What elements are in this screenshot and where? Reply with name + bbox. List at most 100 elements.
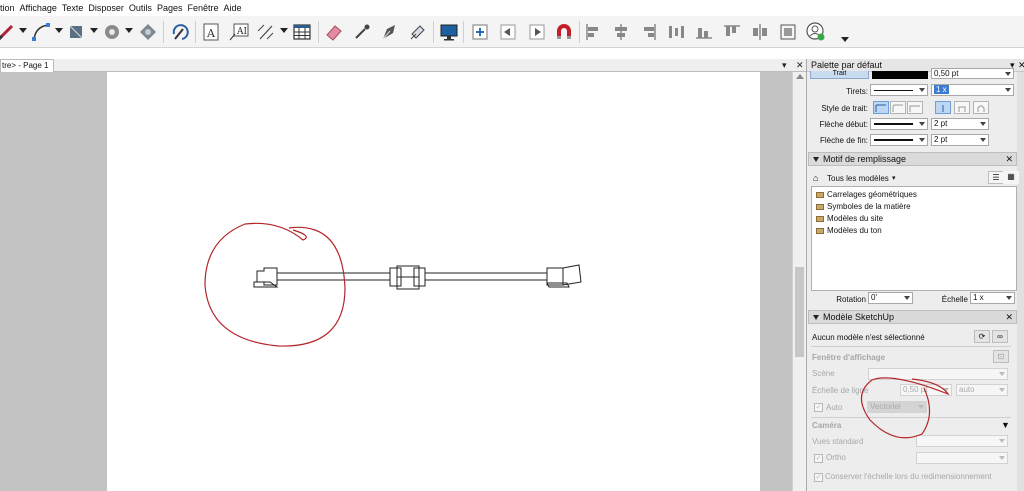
standard-views-select[interactable] [916, 435, 1008, 447]
pencil-icon[interactable] [0, 19, 18, 45]
scale-select[interactable]: 1 x [970, 292, 1015, 304]
label-icon[interactable]: AI [227, 19, 251, 45]
eraser-icon[interactable] [322, 19, 346, 45]
menu-pages[interactable]: Pages [157, 0, 187, 16]
menu-disposer[interactable]: Disposer [88, 0, 128, 16]
align-left-icon[interactable] [581, 19, 605, 45]
next-page-icon[interactable] [525, 19, 549, 45]
menu-edition[interactable]: tion [0, 0, 19, 16]
split-icon[interactable] [406, 19, 430, 45]
shape-icon[interactable] [64, 19, 88, 45]
dash-scale-value: 1 x [934, 85, 949, 94]
list-item[interactable]: Modèles du site [812, 213, 1016, 225]
eyedropper-icon[interactable] [350, 19, 374, 45]
line-scale-mode-select[interactable]: auto [956, 384, 1008, 396]
pencil-dropdown-icon[interactable] [19, 28, 27, 33]
toolbar-overflow-icon[interactable] [841, 37, 849, 42]
auto-checkbox[interactable]: ✓ [814, 403, 823, 412]
distribute-h-icon[interactable] [664, 19, 688, 45]
list-item[interactable]: Symboles de la matière [812, 201, 1016, 213]
line-scale-select[interactable]: 0,50 pt [900, 384, 952, 396]
align-right-icon[interactable] [637, 19, 661, 45]
drawing[interactable] [107, 72, 760, 491]
presentation-icon[interactable] [437, 19, 461, 45]
home-icon[interactable]: ⌂ [813, 173, 818, 183]
stroke-color-swatch[interactable] [872, 71, 928, 79]
align-top-icon[interactable] [692, 19, 716, 45]
menu-affichage[interactable]: Affichage [20, 0, 61, 16]
cap-butt-button[interactable] [873, 101, 889, 114]
rotate-icon[interactable] [168, 19, 192, 45]
close-icon[interactable]: ✕ [1005, 311, 1013, 323]
scene-select[interactable] [868, 368, 1008, 380]
cap-square-button[interactable] [907, 101, 923, 114]
stroke-size-select[interactable]: 0,50 pt [931, 68, 1014, 79]
list-view-icon[interactable]: ☰ [988, 171, 1004, 184]
lock-icon[interactable]: ⊡ [993, 350, 1009, 363]
magnet-icon[interactable] [553, 19, 577, 45]
trait-toggle[interactable]: Trait [810, 70, 869, 79]
start-arrow-select[interactable] [870, 118, 928, 130]
offset-icon[interactable] [100, 19, 124, 45]
menu-fenetre[interactable]: Fenêtre [187, 0, 222, 16]
ortho-checkbox[interactable]: ✓ [814, 454, 823, 463]
follow-me-icon[interactable] [136, 19, 160, 45]
add-page-icon[interactable] [468, 19, 492, 45]
scrollbar-thumb[interactable] [795, 267, 804, 357]
close-tab-icon[interactable]: ✕ [796, 59, 804, 71]
account-icon[interactable] [804, 19, 828, 45]
pattern-list[interactable]: Carrelages géométriques Symboles de la m… [811, 186, 1017, 291]
align-bottom-icon[interactable] [748, 19, 772, 45]
tab-document-page1[interactable]: tre> - Page 1 [0, 59, 54, 72]
document-page[interactable] [107, 72, 760, 491]
offset-dropdown-icon[interactable] [125, 28, 133, 33]
list-item[interactable]: Modèles du ton [812, 225, 1016, 237]
join-round-button[interactable] [954, 101, 970, 114]
end-arrow-select[interactable] [870, 134, 928, 146]
document-tab-bar: tre> - Page 1 ▾ ✕ [0, 59, 806, 72]
sketchup-section-header[interactable]: Modèle SketchUp ✕ [808, 310, 1017, 324]
tray-close-icon[interactable]: ✕ [1018, 59, 1024, 72]
dash-select[interactable] [870, 84, 928, 96]
menu-aide[interactable]: Aide [224, 0, 246, 16]
join-miter-button[interactable] [935, 101, 951, 114]
cap-round-button[interactable] [890, 101, 906, 114]
dimension-dropdown-icon[interactable] [280, 28, 288, 33]
camera-collapse-icon[interactable]: ▼ [1001, 420, 1010, 430]
link-icon[interactable]: ∞ [992, 330, 1008, 343]
flip-icon[interactable] [776, 19, 800, 45]
tab-menu-icon[interactable]: ▾ [782, 59, 787, 71]
rotation-select[interactable]: 0' [868, 292, 913, 304]
canvas-vertical-scrollbar[interactable] [792, 72, 806, 491]
dash-scale-select[interactable]: 1 x [931, 84, 1014, 96]
table-icon[interactable] [290, 19, 314, 45]
previous-page-icon[interactable] [496, 19, 520, 45]
close-icon[interactable]: ✕ [1005, 153, 1013, 165]
refresh-icon[interactable]: ⟳ [974, 330, 990, 343]
pattern-section-header[interactable]: Motif de remplissage ✕ [808, 152, 1017, 166]
start-arrow-size-select[interactable]: 2 pt [931, 118, 989, 130]
model-status: Aucun modèle n'est sélectionné [812, 333, 925, 342]
menu-outils[interactable]: Outils [129, 0, 156, 16]
mechanical-part[interactable] [253, 264, 582, 290]
preserve-scale-checkbox[interactable]: ✓ [814, 473, 823, 482]
arc-icon[interactable] [29, 19, 53, 45]
arc-dropdown-icon[interactable] [55, 28, 63, 33]
end-arrow-size-select[interactable]: 2 pt [931, 134, 989, 146]
dimension-icon[interactable] [254, 19, 278, 45]
align-middle-icon[interactable] [720, 19, 744, 45]
join-bevel-button[interactable] [973, 101, 989, 114]
grid-view-icon[interactable]: ▦ [1003, 171, 1019, 184]
text-icon[interactable]: A [199, 19, 223, 45]
style-icon[interactable] [378, 19, 402, 45]
list-item[interactable]: Carrelages géométriques [812, 189, 1016, 201]
scroll-up-icon[interactable] [796, 74, 804, 79]
menu-texte[interactable]: Texte [62, 0, 88, 16]
ortho-scale-select[interactable] [916, 452, 1008, 464]
tray-scrollbar[interactable] [1017, 72, 1024, 491]
align-center-icon[interactable] [609, 19, 633, 45]
chevron-down-icon[interactable]: ▾ [892, 174, 896, 182]
shape-dropdown-icon[interactable] [90, 28, 98, 33]
render-mode-select[interactable]: Vectoriel [867, 401, 927, 413]
pattern-collection-select[interactable]: Tous les modèles [827, 174, 889, 183]
